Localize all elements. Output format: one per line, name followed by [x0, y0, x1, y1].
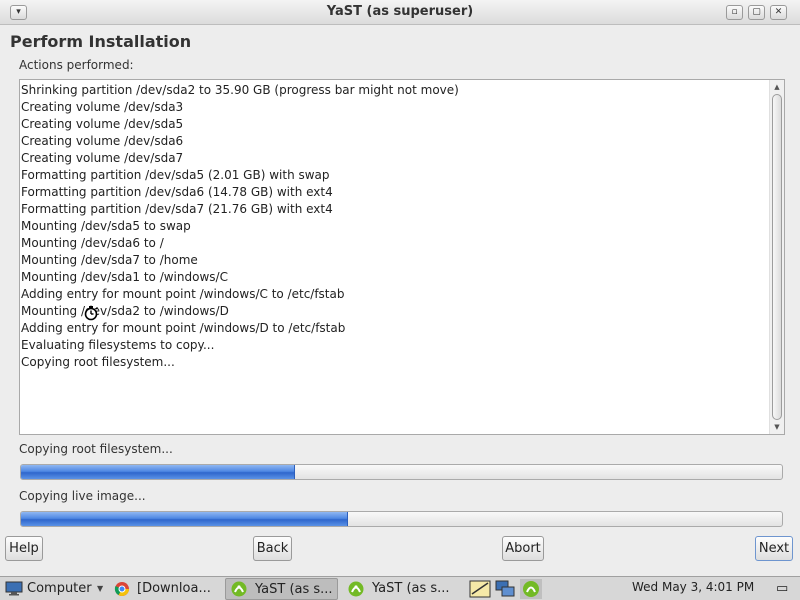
network-icon[interactable]: [494, 579, 516, 599]
maximize-button[interactable]: ▢: [748, 5, 765, 20]
log-line: Shrinking partition /dev/sda2 to 35.90 G…: [21, 83, 459, 97]
overall-progress-label: Copying live image...: [19, 489, 146, 503]
scroll-down-icon[interactable]: ▼: [770, 421, 784, 433]
yast-icon: [348, 581, 364, 597]
step-progress-bar: [20, 464, 783, 480]
log-line: Mounting /dev/sda6 to /: [21, 236, 164, 250]
close-button[interactable]: ✕: [770, 5, 787, 20]
show-desktop-button[interactable]: ▭: [776, 578, 796, 600]
actions-label: Actions performed:: [19, 58, 134, 72]
step-progress-fill: [21, 465, 295, 479]
log-line: Mounting /dev/sda5 to swap: [21, 219, 191, 233]
chrome-icon: [114, 582, 129, 596]
clock[interactable]: Wed May 3, 4:01 PM: [632, 580, 754, 594]
page-title: Perform Installation: [10, 32, 192, 51]
step-progress-label: Copying root filesystem...: [19, 442, 173, 456]
minimize-button[interactable]: ▫: [726, 5, 743, 20]
minimize-icon: ▫: [731, 7, 738, 17]
actions-log[interactable]: Shrinking partition /dev/sda2 to 35.90 G…: [19, 79, 785, 435]
scroll-thumb[interactable]: [772, 94, 782, 420]
maximize-icon: ▢: [752, 7, 761, 17]
chevron-down-icon: ▼: [97, 584, 104, 593]
log-line: Mounting /dev/sda2 to /windows/D: [21, 304, 229, 318]
close-icon: ✕: [774, 7, 783, 17]
task-yast-2[interactable]: YaST (as s...: [344, 578, 459, 600]
computer-menu-button[interactable]: Computer: [3, 578, 103, 600]
yast-icon: [231, 581, 247, 597]
task-chrome[interactable]: [Downloa...: [111, 578, 218, 600]
task-yast-1[interactable]: YaST (as s...: [225, 578, 338, 600]
task-yast-2-label: YaST (as s...: [372, 581, 450, 596]
log-line: Copying root filesystem...: [21, 355, 175, 369]
window-title: YaST (as superuser): [326, 4, 474, 19]
computer-icon: [5, 581, 23, 596]
log-line: Creating volume /dev/sda3: [21, 100, 184, 114]
log-line: Mounting /dev/sda7 to /home: [21, 253, 198, 267]
log-lines: Shrinking partition /dev/sda2 to 35.90 G…: [21, 82, 768, 371]
back-button[interactable]: Back: [253, 536, 292, 561]
log-line: Creating volume /dev/sda7: [21, 151, 184, 165]
log-line: Formatting partition /dev/sda7 (21.76 GB…: [21, 202, 333, 216]
log-line: Creating volume /dev/sda6: [21, 134, 184, 148]
log-scrollbar[interactable]: ▲ ▼: [769, 80, 784, 434]
log-line: Evaluating filesystems to copy...: [21, 338, 215, 352]
log-line: Adding entry for mount point /windows/C …: [21, 287, 345, 301]
task-yast-1-label: YaST (as s...: [255, 582, 333, 597]
overall-progress-bar: [20, 511, 783, 527]
scroll-up-icon[interactable]: ▲: [770, 81, 784, 93]
panel-icon[interactable]: [469, 579, 491, 599]
update-icon[interactable]: [520, 579, 542, 599]
log-line: Mounting /dev/sda1 to /windows/C: [21, 270, 228, 284]
busy-cursor-icon: [84, 306, 98, 321]
overall-progress-fill: [21, 512, 349, 526]
log-line: Formatting partition /dev/sda5 (2.01 GB)…: [21, 168, 330, 182]
task-chrome-label: [Downloa...: [137, 581, 211, 596]
computer-menu-label: Computer: [27, 581, 92, 596]
window-titlebar[interactable]: ▾ YaST (as superuser) ▫ ▢ ✕: [0, 0, 800, 25]
log-line: Creating volume /dev/sda5: [21, 117, 184, 131]
abort-button[interactable]: Abort: [502, 536, 544, 561]
log-line: Formatting partition /dev/sda6 (14.78 GB…: [21, 185, 333, 199]
taskbar: Computer ▼ [Downloa... YaST (as s... YaS…: [0, 576, 800, 600]
show-desktop-icon: ▭: [776, 581, 789, 596]
next-button[interactable]: Next: [755, 536, 793, 561]
help-button[interactable]: Help: [5, 536, 43, 561]
log-line: Adding entry for mount point /windows/D …: [21, 321, 346, 335]
